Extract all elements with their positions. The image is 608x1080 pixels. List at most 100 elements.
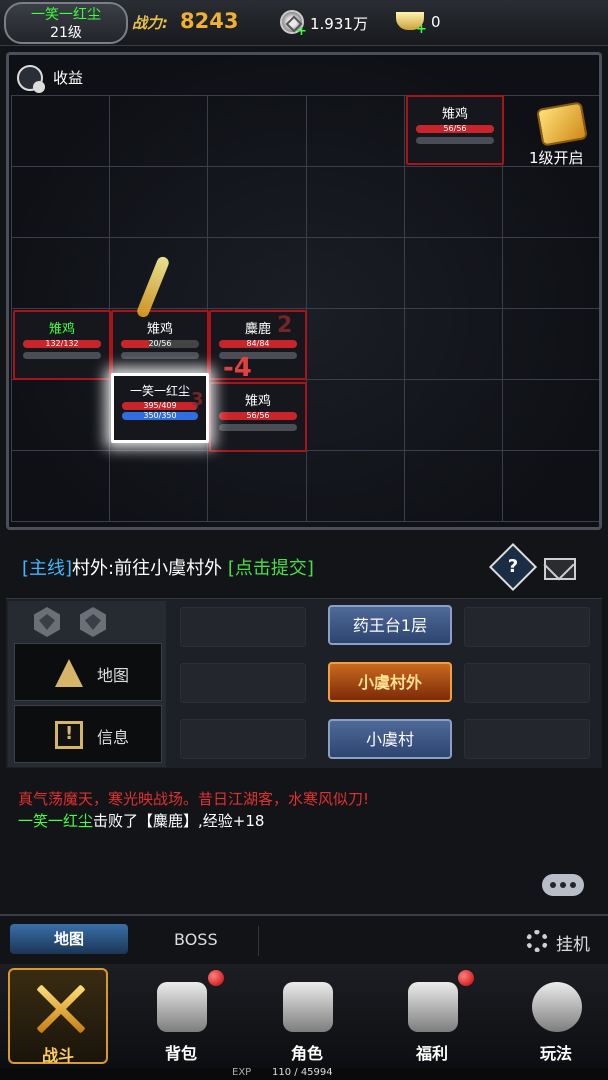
grid-line xyxy=(11,308,599,309)
log-line: 一笑一红尘击败了【麋鹿】,经验+18 xyxy=(18,810,264,831)
player-name-plate[interactable]: 一笑一红尘 21级 xyxy=(4,2,128,44)
mail-icon[interactable] xyxy=(544,558,576,580)
more-options-button[interactable] xyxy=(542,874,584,896)
nav-label: 玩法 xyxy=(539,1044,572,1063)
monster-card[interactable]: 雉鸡 132/132 xyxy=(13,310,111,380)
hp-bar: 395/409 xyxy=(122,402,198,410)
grid-line xyxy=(11,237,599,238)
location-xiaoyu-village[interactable]: 小虞村 xyxy=(328,719,452,759)
monster-name: 雉鸡 xyxy=(441,107,468,122)
treasure-chest-icon[interactable] xyxy=(536,101,588,147)
hp-bar: 56/56 xyxy=(219,412,297,420)
log-text: 击败了【麋鹿】,经验+18 xyxy=(93,812,265,830)
hp-bar: 84/84 xyxy=(219,340,297,348)
hp-bar: 56/56 xyxy=(416,125,494,133)
map-button-label: 地图 xyxy=(97,666,130,685)
hp-bar: 132/132 xyxy=(23,340,101,348)
empty-location-slot xyxy=(464,663,590,703)
income-icon[interactable] xyxy=(17,65,45,93)
crossed-swords-icon xyxy=(36,984,86,1034)
empty-location-slot xyxy=(464,719,590,759)
location-panel: 地图 信息 药王台1层 小虞村外 小虞村 xyxy=(6,598,602,768)
notification-dot xyxy=(458,970,474,986)
damage-number-faded: 3 xyxy=(191,389,204,410)
damage-number: -4 xyxy=(223,353,252,383)
secondary-bar xyxy=(219,424,297,431)
battle-map: 收益 1级开启 雉鸡 56/56 雉鸡 132/132 雉鸡 20/56 麋鹿 … xyxy=(6,52,602,530)
armor-icon xyxy=(283,982,333,1032)
power-value: 8243 xyxy=(180,9,239,33)
hp-bar: 20/56 xyxy=(121,340,199,348)
empty-location-slot xyxy=(180,719,306,759)
location-current[interactable]: 小虞村外 xyxy=(328,662,452,702)
tab-map[interactable]: 地图 xyxy=(10,924,128,954)
monster-card[interactable]: 雉鸡 56/56 xyxy=(406,95,504,165)
ingot-value: 0 xyxy=(431,13,441,31)
add-coin-icon[interactable]: + xyxy=(296,24,307,39)
mp-text: 350/350 xyxy=(143,412,177,420)
auto-battle-button[interactable]: 挂机 xyxy=(556,930,590,955)
nav-gameplay[interactable]: 玩法 xyxy=(506,968,606,1064)
quest-tag: [主线] xyxy=(22,558,73,579)
nav-battle[interactable]: 战斗 xyxy=(8,968,108,1065)
top-bar: 一笑一红尘 21级 战力: 8243 + 1.931万 + 0 xyxy=(0,0,608,46)
exclamation-icon xyxy=(55,721,83,749)
grid-line xyxy=(11,166,599,167)
grid-line xyxy=(11,521,599,522)
sub-tabs: 地图 BOSS 挂机 xyxy=(0,914,608,964)
nav-label: 福利 xyxy=(415,1044,448,1063)
coin-value: 1.931万 xyxy=(310,15,368,33)
main-quest[interactable]: [主线]村外:前往小虞村外 [点击提交] xyxy=(22,554,314,580)
quest-submit-link[interactable]: [点击提交] xyxy=(228,558,314,579)
mountain-icon xyxy=(55,659,83,687)
chest-label: 1级开启 xyxy=(529,149,584,167)
bottom-nav: 战斗 背包 角色 福利 玩法 xyxy=(0,964,608,1068)
hp-text: 395/409 xyxy=(143,402,177,410)
hp-text: 132/132 xyxy=(45,340,79,348)
add-ingot-icon[interactable]: + xyxy=(416,22,427,37)
info-button-label: 信息 xyxy=(97,728,130,747)
money-bag-icon xyxy=(408,982,458,1032)
nav-label: 战斗 xyxy=(41,1046,74,1065)
diamond-icon[interactable] xyxy=(80,607,106,637)
power-label: 战力: xyxy=(132,14,168,32)
player-name: 一笑一红尘 xyxy=(31,7,101,23)
monster-name: 雉鸡 xyxy=(48,322,75,337)
battle-log: 真气荡魔天，寒光映战场。昔日江湖客，水寒风似刀! 一笑一红尘击败了【麋鹿】,经验… xyxy=(6,780,602,910)
log-line: 真气荡魔天，寒光映战场。昔日江湖客，水寒风似刀! xyxy=(18,790,370,808)
map-title: 收益 xyxy=(53,69,84,87)
secondary-bar xyxy=(23,352,101,359)
monster-card[interactable]: 雉鸡 20/56 xyxy=(111,310,209,380)
quest-text: 村外:前往小虞村外 xyxy=(72,558,223,579)
exp-bar: EXP 110 / 45994 xyxy=(0,1067,608,1080)
info-button[interactable]: 信息 xyxy=(14,705,162,763)
hp-text: 56/56 xyxy=(246,412,270,420)
hp-text: 56/56 xyxy=(443,125,467,133)
secondary-bar xyxy=(121,352,199,359)
empty-location-slot xyxy=(180,663,306,703)
exp-value: 110 / 45994 xyxy=(272,1067,333,1078)
nav-character[interactable]: 角色 xyxy=(257,968,357,1064)
damage-number-faded: 2 xyxy=(277,313,293,338)
helmet-icon xyxy=(532,982,582,1032)
nav-label: 背包 xyxy=(164,1044,197,1063)
monster-card[interactable]: 雉鸡 56/56 xyxy=(209,382,307,452)
player-level: 21级 xyxy=(50,25,82,41)
location-yaowangtai[interactable]: 药王台1层 xyxy=(328,605,452,645)
chest-icon xyxy=(157,982,207,1032)
grid-line xyxy=(599,95,600,521)
divider xyxy=(258,926,259,956)
notification-dot xyxy=(208,970,224,986)
hp-text: 84/84 xyxy=(246,340,270,348)
grid-line xyxy=(11,95,599,96)
help-icon[interactable]: ? xyxy=(488,542,538,592)
map-button[interactable]: 地图 xyxy=(14,643,162,701)
log-player-name: 一笑一红尘 xyxy=(18,812,94,830)
mp-bar: 350/350 xyxy=(122,412,198,420)
exp-label: EXP xyxy=(232,1067,252,1078)
empty-location-slot xyxy=(180,607,306,647)
diamond-icon[interactable] xyxy=(34,607,60,637)
side-menu: 地图 信息 xyxy=(8,601,166,767)
gear-icon[interactable] xyxy=(526,930,548,952)
tab-boss[interactable]: BOSS xyxy=(174,930,218,949)
